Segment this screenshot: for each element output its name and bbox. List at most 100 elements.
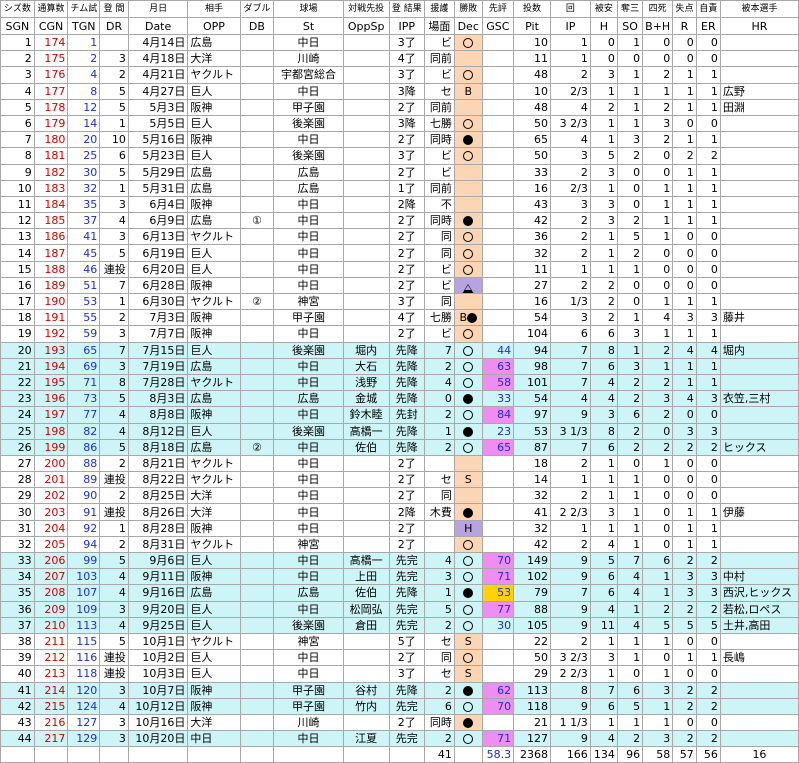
cell-tgn: 71 — [67, 373, 101, 392]
cell-date: 8月25日 — [127, 487, 189, 505]
cell-h: 0 — [589, 33, 618, 52]
cell-ipp: 3了 — [388, 33, 426, 52]
cell-ipp: 先封 — [388, 406, 426, 424]
cell-sgn: 22 — [0, 373, 35, 392]
cell-date: 6月20日 — [127, 260, 189, 278]
cell-db — [239, 309, 275, 327]
cell-oppsp — [342, 212, 390, 230]
cell-oppsp — [342, 66, 390, 84]
cell-ipp: 3了 — [388, 66, 426, 84]
cell-hr — [719, 454, 799, 473]
cell-dr: 2 — [99, 66, 129, 84]
cell-bh: 3 — [642, 681, 674, 699]
cell-ip: 1/3 — [550, 292, 591, 311]
cell-pit: 11 — [513, 50, 551, 68]
cell-date: 8月8日 — [127, 406, 189, 424]
win-mark-icon — [467, 313, 477, 324]
cell-oppsp — [342, 82, 390, 100]
cell-h: 6 — [589, 568, 618, 586]
cell-dr: 3 — [99, 600, 129, 618]
cell-scene: 同 — [424, 292, 455, 311]
cell-sgn: 10 — [0, 179, 35, 197]
cell-date: 9月20日 — [127, 600, 189, 618]
cell-pit: 41 — [513, 503, 551, 521]
cell-opp: 巨人 — [187, 665, 241, 683]
cell-cgn: 214 — [33, 681, 69, 699]
cell-hr — [719, 551, 799, 570]
win-mark-icon — [463, 394, 474, 405]
cell-sgn: 43 — [0, 713, 35, 732]
cell-ipp: 3了 — [388, 292, 426, 311]
cell-st: 広島 — [273, 584, 344, 602]
cell-date: 7月3日 — [127, 309, 189, 327]
cell-so: 2 — [616, 422, 644, 440]
cell-opp: 広島 — [187, 390, 241, 408]
cell-so: 2 — [616, 373, 644, 392]
cell-opp: 巨人 — [187, 260, 241, 278]
cell-dec — [453, 276, 483, 295]
table-row: 15 188 46 連投 6月20日 巨人 中日 2了ビ 11 1 1 1 0 0 0 — [0, 260, 799, 278]
cell-dr: 1 — [99, 292, 129, 311]
cell-sgn: 7 — [0, 131, 35, 149]
cell-date: 8月12日 — [127, 422, 189, 440]
table-row: 43 216 127 3 10月16日 大洋 川崎 2了 同時 21 1 1/3 1 1 1 0 0 — [0, 713, 799, 732]
cell-opp: ヤクルト — [187, 66, 241, 84]
cell-bh: 2 — [642, 373, 674, 392]
cell-dec — [453, 212, 483, 230]
cell-dec — [453, 390, 483, 408]
cell-db — [239, 697, 275, 715]
cell-bh: 1 — [642, 568, 674, 586]
cell-h: 2 — [589, 276, 618, 295]
cell-h: 6 — [589, 438, 618, 456]
cell-sgn: 20 — [0, 341, 35, 359]
cell-er: 1 — [695, 195, 721, 214]
cell-date: 8月3日 — [127, 390, 189, 408]
cell-tgn: 86 — [67, 438, 101, 456]
cell-dec — [453, 163, 483, 181]
cell-oppsp — [342, 276, 390, 295]
header-cgn: CGN — [33, 17, 69, 35]
cell-so: 4 — [616, 568, 644, 586]
cell-r: 0 — [672, 487, 697, 505]
cell-gsc — [481, 66, 515, 84]
cell-db — [239, 163, 275, 181]
cell-ip: 1 — [550, 33, 591, 52]
cell-ip: 7 — [550, 373, 591, 392]
cell-ip: 1 — [550, 519, 591, 537]
cell-er: 0 — [695, 487, 721, 505]
header-date: Date — [127, 17, 189, 35]
cell-h: 1 — [589, 131, 618, 149]
cell-hr — [719, 357, 799, 375]
cell-cgn: 181 — [33, 147, 69, 165]
cell-r: 1 — [672, 649, 697, 667]
cell-er: 2 — [695, 697, 721, 715]
cell-gsc: 77 — [481, 600, 515, 618]
cell-so: 1 — [616, 487, 644, 505]
cell-gsc: 58 — [481, 373, 515, 392]
cell-oppsp: 竹内 — [342, 697, 390, 715]
cell-date: 5月31日 — [127, 179, 189, 197]
cell-opp: 阪神 — [187, 276, 241, 295]
cell-opp: 大洋 — [187, 487, 241, 505]
cell-ipp: 2了 — [388, 454, 426, 473]
header-jp-er: 自責 — [695, 0, 721, 18]
cell-db — [239, 471, 275, 489]
total-dec — [453, 746, 483, 763]
cell-pit: 97 — [513, 406, 551, 424]
cell-hr — [719, 713, 799, 732]
cell-tgn: 35 — [67, 195, 101, 214]
cell-st: 神宮 — [273, 632, 344, 651]
cell-ipp: 先降 — [388, 373, 426, 392]
cell-er: 3 — [695, 309, 721, 327]
cell-bh: 0 — [642, 260, 674, 278]
cell-ip: 9 — [550, 406, 591, 424]
cell-cgn: 193 — [33, 341, 69, 359]
cell-ipp: 先完 — [388, 730, 426, 748]
cell-sgn: 5 — [0, 98, 35, 116]
cell-sgn: 33 — [0, 551, 35, 570]
cell-scene: 4 — [424, 551, 455, 570]
cell-h: 7 — [589, 681, 618, 699]
cell-er: 0 — [695, 114, 721, 133]
cell-scene: 0 — [424, 390, 455, 408]
table-row: 8 181 25 6 5月23日 巨人 後楽園 3了ビ 50 3 5 2 0 2 2 — [0, 147, 799, 165]
